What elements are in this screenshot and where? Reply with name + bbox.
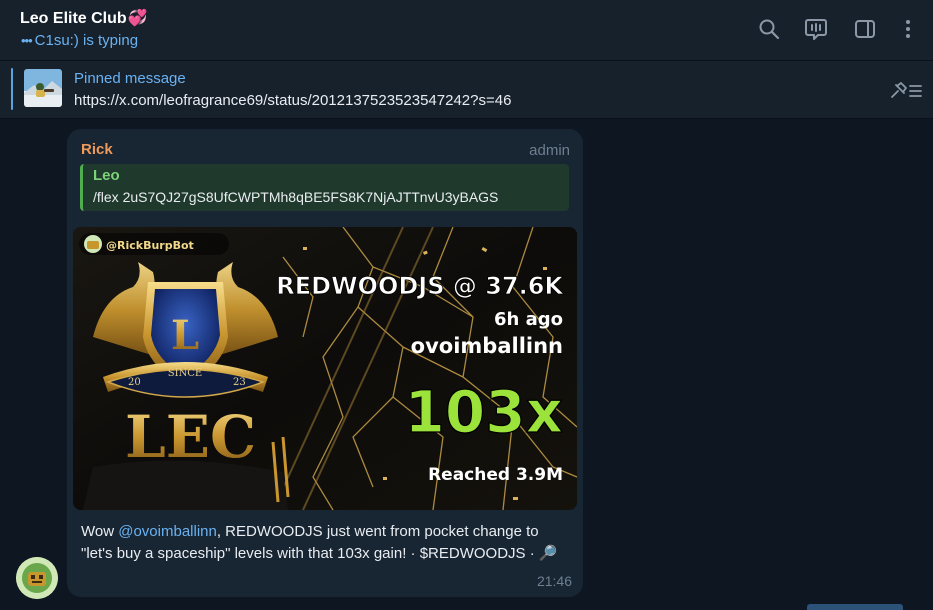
- pinned-thumbnail: [24, 69, 62, 107]
- sidebar-toggle-icon[interactable]: [853, 17, 877, 41]
- message-bubble[interactable]: Rick admin Leo /flex 2uS7QJ27gS8UfCWPTMh…: [67, 129, 583, 597]
- chat-title[interactable]: Leo Elite Club💞: [20, 8, 148, 28]
- typing-status: ••• C1su:) is typing: [21, 32, 138, 49]
- typing-status-text: C1su:) is typing: [34, 32, 139, 49]
- sender-role-badge: admin: [529, 142, 570, 159]
- sender-name[interactable]: Rick: [81, 141, 113, 158]
- message-caption: Wow @ovoimballinn, REDWOODJS just went f…: [81, 521, 571, 565]
- year-left: 20: [128, 377, 141, 388]
- image-user: ovoimballinn: [411, 334, 563, 358]
- multiplier: 103x: [405, 378, 563, 446]
- crest-logo: L SINCE 20 23 LEC: [83, 262, 290, 510]
- since-label: SINCE: [168, 368, 203, 379]
- mention-link[interactable]: @ovoimballinn: [118, 523, 217, 540]
- bot-badge: @RickBurpBot: [79, 233, 229, 255]
- crest-letter: L: [171, 312, 199, 359]
- live-stream-icon[interactable]: [804, 17, 828, 41]
- unpin-list-icon[interactable]: [888, 79, 924, 101]
- time-ago: 6h ago: [494, 309, 563, 330]
- pinned-title: Pinned message: [74, 70, 186, 87]
- scroll-to-bottom-button[interactable]: [807, 604, 903, 610]
- pinned-text[interactable]: https://x.com/leofragrance69/status/2012…: [74, 92, 511, 109]
- reply-author: Leo: [93, 167, 120, 184]
- reply-quote[interactable]: Leo /flex 2uS7QJ27gS8UfCWPTMh8qBE5FS8K7N…: [80, 164, 569, 211]
- reply-text: /flex 2uS7QJ27gS8UfCWPTMh8qBE5FS8K7NjAJT…: [93, 189, 499, 205]
- pinned-indicator: [11, 68, 13, 110]
- chat-header: Leo Elite Club💞 ••• C1su:) is typing: [0, 0, 933, 61]
- brand-text: LEC: [125, 403, 256, 471]
- heart-emoji: 💞: [127, 10, 148, 27]
- bot-tag: @RickBurpBot: [106, 239, 194, 252]
- token-line: REDWOODJS @ 37.6K: [276, 272, 564, 300]
- pinned-message-bar[interactable]: Pinned message https://x.com/leofragranc…: [0, 61, 933, 119]
- typing-dots: •••: [21, 33, 33, 48]
- caption-prefix: Wow: [81, 523, 119, 540]
- reached-line: Reached 3.9M: [428, 465, 563, 485]
- year-right: 23: [233, 377, 246, 388]
- search-icon[interactable]: [757, 17, 781, 41]
- more-vertical-icon[interactable]: [896, 17, 920, 41]
- chat-title-text: Leo Elite Club: [20, 10, 127, 27]
- message-time: 21:46: [536, 573, 572, 589]
- message-image[interactable]: @RickBurpBot L SINCE 20 23 LEC REDWOODJS…: [73, 227, 577, 510]
- sender-avatar[interactable]: [16, 557, 58, 599]
